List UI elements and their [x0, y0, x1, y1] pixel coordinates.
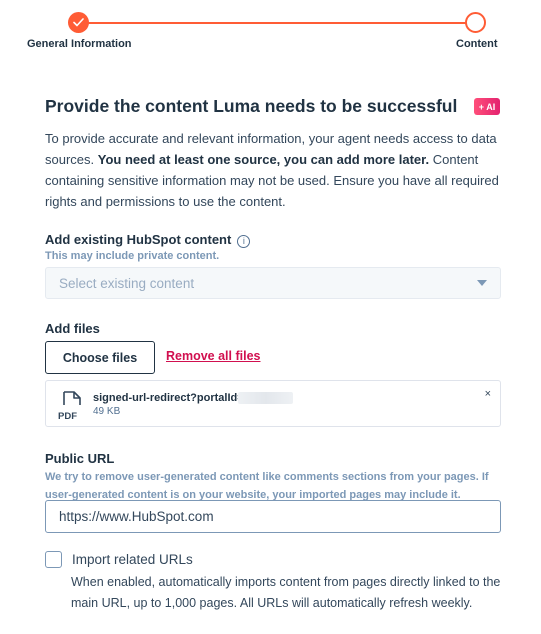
ai-badge: + AI [474, 98, 500, 115]
step-label-content: Content [456, 38, 498, 50]
page-title: Provide the content Luma needs to be suc… [45, 96, 458, 116]
file-name: signed-url-redirect?portalId= [93, 392, 244, 404]
import-related-urls-label[interactable]: Import related URLs [72, 552, 193, 567]
existing-content-label-text: Add existing HubSpot content [45, 232, 232, 247]
add-files-label: Add files [45, 321, 100, 336]
redacted-portal-id [238, 392, 293, 404]
public-url-input[interactable] [45, 500, 501, 533]
public-url-label: Public URL [45, 451, 115, 466]
info-icon[interactable]: i [237, 234, 251, 248]
remove-all-files-link[interactable]: Remove all files [166, 349, 261, 363]
existing-content-select[interactable]: Select existing content [45, 267, 501, 299]
choose-files-button[interactable]: Choose files [45, 341, 155, 374]
import-related-urls-description: When enabled, automatically imports cont… [71, 575, 501, 610]
select-placeholder: Select existing content [59, 275, 195, 291]
file-type-label: PDF [58, 411, 77, 422]
step-content-current[interactable] [465, 12, 486, 33]
checkmark-icon [73, 18, 84, 27]
public-url-help: We try to remove user-generated content … [45, 471, 489, 501]
stepper-connector [88, 22, 466, 24]
existing-content-help: This may include private content. [45, 250, 220, 262]
intro-paragraph: To provide accurate and relevant informa… [45, 128, 503, 212]
close-icon[interactable]: × [485, 388, 491, 400]
intro-text-bold: You need at least one source, you can ad… [97, 152, 430, 167]
progress-stepper: General Information Content [0, 0, 541, 60]
file-size: 49 KB [93, 406, 121, 417]
pdf-file-icon: PDF [58, 391, 81, 422]
import-related-urls-checkbox[interactable] [45, 551, 62, 568]
file-item: PDF signed-url-redirect?portalId= 49 KB … [45, 380, 501, 427]
step-general-information-complete[interactable] [68, 12, 89, 33]
existing-content-label: Add existing HubSpot content i [45, 232, 251, 248]
caret-down-icon [477, 280, 487, 286]
step-label-general-information: General Information [27, 38, 132, 50]
